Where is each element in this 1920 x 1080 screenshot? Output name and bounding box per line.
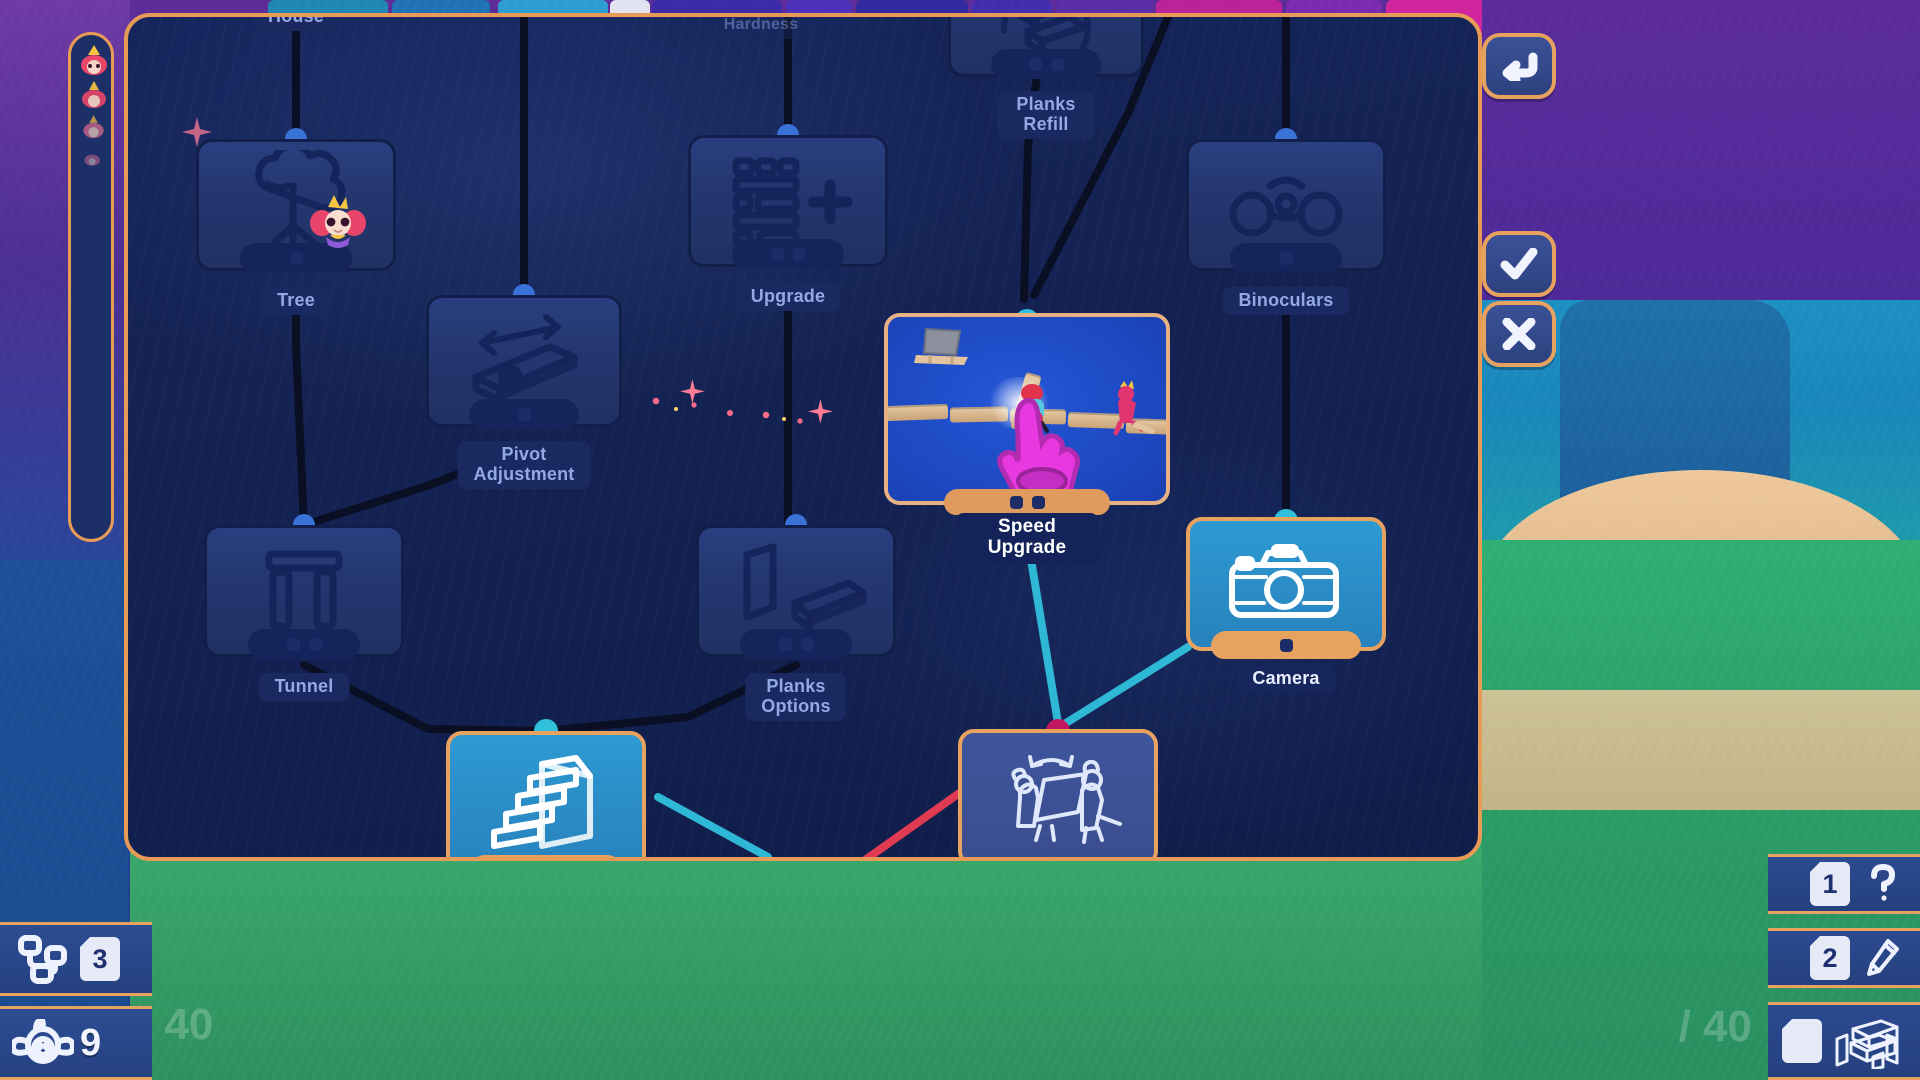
monkey-icon: [10, 1014, 76, 1072]
preview-plank: [888, 403, 949, 422]
skill-node-label-tower-hardness: Tower Hardness: [707, 17, 815, 39]
skill-node-label-camera: Camera: [1236, 665, 1336, 694]
skill-node-label-tunnel: Tunnel: [258, 673, 350, 702]
skill-node-label-pivot-adjustment: Pivot Adjustment: [457, 441, 591, 490]
camera-icon: [1190, 521, 1382, 647]
hud-key-hint: [1782, 1019, 1822, 1063]
skill-tree-panel[interactable]: House Tower Hardness: [124, 13, 1482, 861]
skill-node-label-planks-options: Planks Options: [745, 673, 847, 722]
skill-node-tunnel[interactable]: Tunnel: [204, 514, 404, 702]
base-slot: [800, 637, 814, 651]
base-slot: [517, 407, 531, 421]
skill-node-binoculars[interactable]: Binoculars: [1186, 128, 1386, 316]
close-x-icon: [1502, 318, 1536, 350]
hud-key-hint: 1: [1810, 862, 1850, 906]
question-mark-icon: [1860, 862, 1906, 906]
cancel-button[interactable]: [1482, 301, 1556, 367]
hud-help-row[interactable]: 1: [1768, 854, 1920, 914]
skill-node-stairs[interactable]: [446, 719, 646, 857]
confirm-button[interactable]: [1482, 231, 1556, 297]
base-slot: [1050, 57, 1064, 71]
node-base: [248, 629, 360, 659]
node-base: [470, 855, 622, 857]
hud-bottom-right: 1 2: [1768, 854, 1920, 1080]
node-art: [958, 729, 1158, 857]
skill-node-pivot-adjustment[interactable]: Pivot Adjustment: [426, 284, 622, 490]
hud-key-hint: 2: [1810, 936, 1850, 980]
check-icon: [1500, 248, 1538, 280]
base-slot: [286, 637, 300, 651]
undo-arrow-icon: [1502, 52, 1538, 81]
base-slot: [1279, 638, 1293, 652]
skill-node-planks-options[interactable]: Planks Options: [696, 514, 896, 722]
game-screen: / 40 / 40 House Hardness Tree Upgrade Pl…: [0, 0, 1920, 1080]
skill-node-tree[interactable]: Tree: [196, 128, 396, 316]
node-base: [944, 489, 1110, 515]
undo-button[interactable]: [1482, 33, 1556, 99]
skill-node-speed-upgrade[interactable]: Speed Upgrade: [884, 309, 1170, 564]
node-art: [884, 313, 1170, 505]
hud-divider: [1768, 914, 1920, 928]
base-slot: [1031, 495, 1045, 509]
hud-bottom-left: 3 9: [0, 922, 152, 1080]
preview-signpost: [914, 327, 968, 365]
base-slot: [792, 247, 806, 261]
skill-node-camera[interactable]: Camera: [1186, 509, 1386, 694]
skill-node-upgrade[interactable]: Upgrade: [688, 124, 888, 312]
skill-tree-icon: [10, 930, 76, 988]
character-rail[interactable]: [68, 32, 114, 542]
preview-character-pink: [1113, 381, 1155, 436]
hud-edit-row[interactable]: 2: [1768, 928, 1920, 988]
hud-divider: [1768, 988, 1920, 1002]
skill-node-plank-carry[interactable]: [958, 719, 1158, 857]
cursor-hand-icon: [997, 398, 1081, 499]
hud-key-hint: 3: [80, 937, 120, 981]
hud-divider: [0, 996, 152, 1006]
base-slot: [308, 637, 322, 651]
hud-planks-row[interactable]: [1768, 1002, 1920, 1080]
stairs-icon: [450, 735, 642, 857]
speed-upgrade-preview: [888, 317, 1166, 501]
skill-node-label-upgrade: Upgrade: [734, 283, 842, 312]
skill-node-planks-refill[interactable]: Planks Refill: [948, 17, 1144, 140]
base-slot: [1279, 251, 1293, 265]
skill-node-label-planks-refill: Planks Refill: [997, 91, 1095, 140]
node-base: [740, 629, 852, 659]
base-slot: [778, 637, 792, 651]
skill-node-label-tree: Tree: [261, 287, 331, 316]
node-base: [1211, 631, 1361, 659]
node-base: [1230, 243, 1342, 273]
hud-skill-points-row[interactable]: 3: [0, 922, 152, 996]
world-plank-counter-right: / 40: [1678, 1002, 1752, 1051]
pencil-icon: [1860, 936, 1906, 980]
skill-node-label-speed-upgrade: Speed Upgrade: [955, 513, 1099, 564]
node-base: [469, 399, 579, 429]
skill-node-label-house: House: [251, 17, 341, 32]
node-art: [446, 731, 646, 857]
node-base: [732, 239, 844, 269]
base-slot: [289, 251, 303, 265]
node-base: [991, 49, 1101, 79]
fairy-sprite: [310, 195, 366, 248]
plank-carry-icon: [962, 733, 1154, 857]
base-slot: [1009, 495, 1023, 509]
skill-node-label-binoculars: Binoculars: [1222, 287, 1350, 316]
base-slot: [770, 247, 784, 261]
base-slot: [1028, 57, 1042, 71]
hud-currency-value: 9: [80, 1021, 102, 1064]
planks-crate-icon: [1832, 1011, 1906, 1071]
hud-currency-row[interactable]: 9: [0, 1006, 152, 1080]
